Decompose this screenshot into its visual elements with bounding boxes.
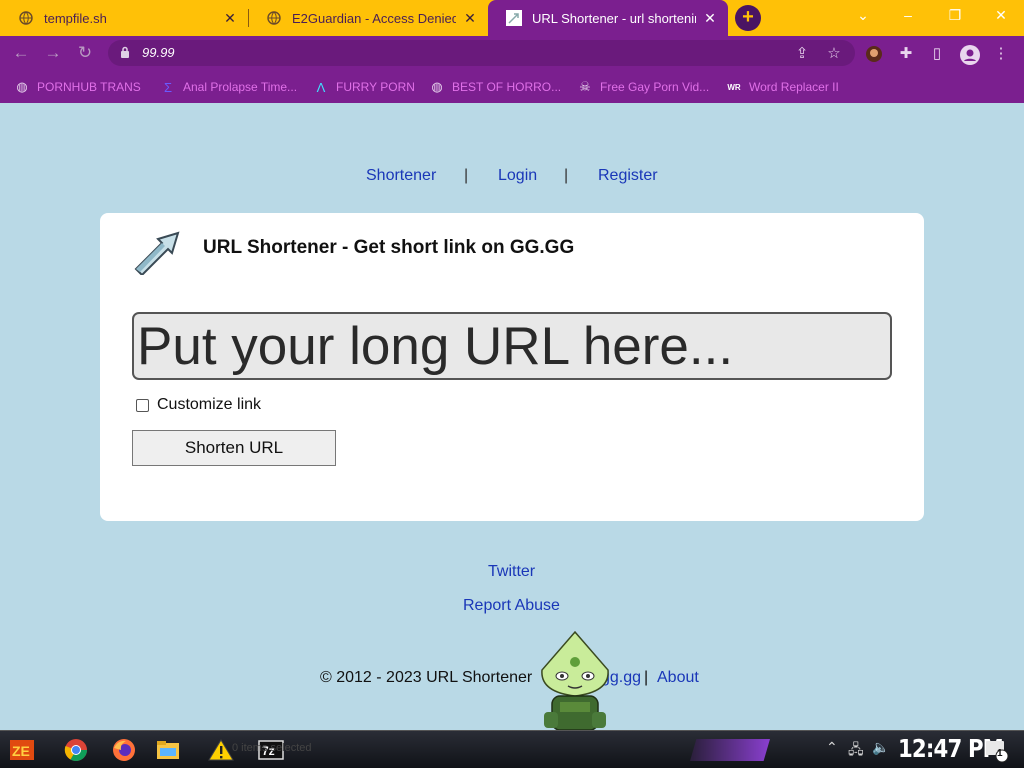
volume-icon[interactable]: 🔈 — [872, 739, 889, 756]
shortener-card: URL Shortener - Get short link on GG.GG … — [100, 213, 924, 521]
card-title: URL Shortener - Get short link on GG.GG — [203, 237, 575, 258]
profile-extension-icon[interactable] — [865, 45, 883, 63]
globe-icon: ◍ — [16, 79, 28, 94]
globe-icon — [266, 10, 282, 26]
wr-icon: WR — [727, 82, 741, 92]
tab-title: E2Guardian - Access Denied — [292, 10, 456, 26]
new-tab-button[interactable]: + — [735, 5, 761, 31]
copyright-text: © 2012 - 2023 URL Shortener — [320, 669, 533, 686]
extensions-puzzle-icon[interactable]: ✚ — [897, 45, 915, 63]
back-icon[interactable]: ← — [9, 41, 33, 65]
bookmark-label: Anal Prolapse Time... — [183, 80, 298, 94]
minimize-icon[interactable]: – — [885, 0, 931, 30]
twitter-link[interactable]: Twitter — [488, 563, 535, 581]
report-abuse-link[interactable]: Report Abuse — [463, 597, 560, 615]
network-icon[interactable]: 🖧 — [848, 739, 864, 763]
file-explorer-taskbar-icon[interactable] — [154, 736, 182, 764]
notification-center-icon[interactable]: 1 — [982, 736, 1010, 764]
share-icon[interactable]: ⇪ — [793, 45, 811, 63]
arrow-favicon-icon — [506, 10, 522, 26]
forward-icon[interactable]: → — [41, 41, 65, 65]
nav-shortener-link[interactable]: Shortener — [366, 167, 436, 185]
restore-icon[interactable]: ❐ — [932, 0, 978, 30]
bookmark-label: PORNHUB TRANS — [37, 80, 141, 94]
tab-tempfile[interactable]: tempfile.sh ✕ — [0, 0, 248, 36]
tab-title: URL Shortener - url shortening — [532, 10, 696, 26]
tab-close-icon[interactable]: ✕ — [462, 10, 478, 27]
bookmark-item[interactable]: ☠ Free Gay Porn Vid... — [577, 77, 709, 97]
tab-url-shortener[interactable]: URL Shortener - url shortening ✕ — [488, 0, 728, 36]
customize-link-option[interactable]: Customize link — [136, 396, 261, 414]
tab-title: tempfile.sh — [44, 10, 107, 26]
notification-count: 1 — [997, 748, 1003, 759]
bookmark-item[interactable]: Σ Anal Prolapse Time... — [160, 77, 297, 97]
browser-toolbar: ← → ↻ 99.99 ⇪ ☆ ✚ ▯ ⋮ — [0, 36, 1024, 70]
firefox-taskbar-icon[interactable] — [110, 736, 138, 764]
tab-search-icon[interactable]: ⌄ — [840, 0, 886, 30]
taskbar-decoration — [690, 739, 770, 761]
bookmarks-bar: ◍ PORNHUB TRANS Σ Anal Prolapse Time... … — [0, 70, 1024, 103]
taskbar: ZE 7z 0 items selected ⌃ 🖧 🔈 12:47 PM 1 — [0, 730, 1024, 768]
svg-text:ZE: ZE — [12, 743, 30, 759]
close-window-icon[interactable]: ✕ — [978, 0, 1024, 30]
account-avatar-icon[interactable] — [960, 45, 980, 65]
nav-register-link[interactable]: Register — [598, 167, 658, 185]
side-panel-icon[interactable]: ▯ — [928, 45, 946, 63]
bookmark-item[interactable]: ◍ BEST OF HORRO... — [429, 77, 561, 97]
nav-login-link[interactable]: Login — [498, 167, 537, 185]
nav-separator: | — [464, 167, 469, 184]
long-url-input[interactable] — [132, 312, 892, 380]
bookmark-label: Word Replacer II — [749, 80, 839, 94]
tab-close-icon[interactable]: ✕ — [222, 10, 238, 27]
top-navigation: Shortener | Login | Register — [0, 167, 1024, 189]
bookmark-item[interactable]: WR Word Replacer II — [726, 77, 839, 97]
address-bar[interactable]: 99.99 — [108, 40, 855, 66]
customize-label: Customize link — [157, 396, 262, 413]
bookmark-label: FURRY PORN — [336, 80, 415, 94]
bookmark-star-icon[interactable]: ☆ — [825, 45, 843, 63]
tab-strip: tempfile.sh ✕ E2Guardian - Access Denied… — [0, 0, 1024, 36]
about-link[interactable]: About — [657, 669, 699, 687]
mascot-character-icon — [541, 630, 609, 730]
shorten-url-button[interactable]: Shorten URL — [132, 430, 336, 466]
footer-separator: | — [644, 669, 649, 686]
globe-icon: ◍ — [431, 79, 443, 94]
sigma-icon: Σ — [163, 79, 173, 95]
bookmark-item[interactable]: Λ FURRY PORN — [313, 77, 415, 97]
taskbar-status-text: 0 items selected — [232, 742, 312, 754]
tab-close-icon[interactable]: ✕ — [702, 10, 718, 27]
address-text: 99.99 — [142, 45, 175, 60]
nav-separator: | — [564, 167, 569, 184]
globe-icon — [18, 10, 34, 26]
reload-icon[interactable]: ↻ — [73, 41, 97, 65]
bookmark-label: BEST OF HORRO... — [452, 80, 562, 94]
menu-kebab-icon[interactable]: ⋮ — [992, 45, 1010, 63]
arrow-logo-icon — [134, 231, 180, 275]
tab-e2guardian[interactable]: E2Guardian - Access Denied ✕ — [248, 0, 488, 36]
customize-checkbox[interactable] — [136, 398, 149, 412]
bookmark-item[interactable]: ◍ PORNHUB TRANS — [14, 77, 141, 97]
start-button-icon[interactable]: ZE — [8, 736, 36, 764]
warning-taskbar-icon[interactable] — [207, 736, 235, 764]
bookmark-label: Free Gay Porn Vid... — [600, 80, 710, 94]
lambda-icon: Λ — [316, 79, 326, 95]
lock-icon — [121, 46, 129, 58]
page-content: Shortener | Login | Register URL Shorten… — [0, 103, 1024, 730]
skull-icon: ☠ — [579, 79, 591, 94]
tray-overflow-icon[interactable]: ⌃ — [826, 739, 838, 756]
chrome-taskbar-icon[interactable] — [62, 736, 90, 764]
